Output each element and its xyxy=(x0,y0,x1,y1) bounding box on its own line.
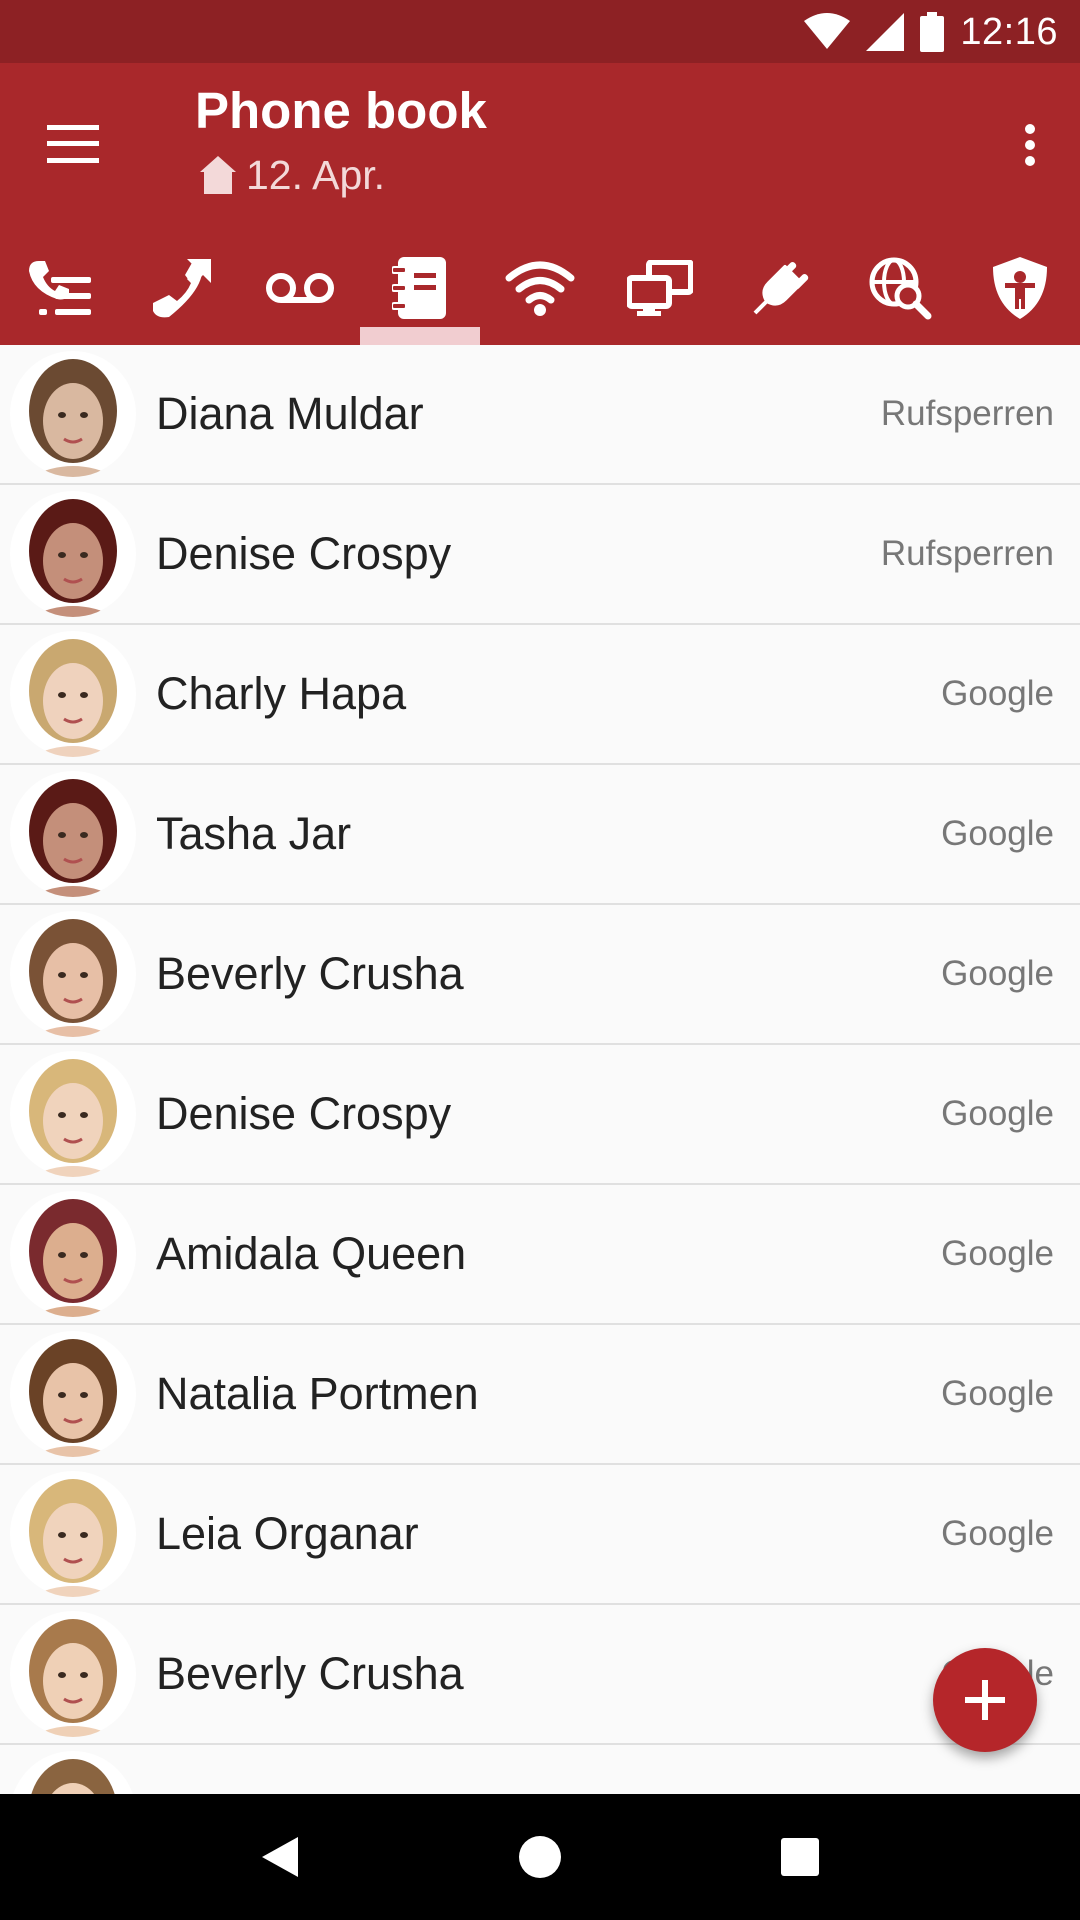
contact-row[interactable]: Amidala Queen Google xyxy=(0,1185,1080,1325)
plug-icon xyxy=(753,262,809,315)
contact-avatar[interactable] xyxy=(10,1191,136,1317)
contact-source: Google xyxy=(941,1094,1054,1133)
back-icon xyxy=(262,1837,298,1877)
plus-icon xyxy=(965,1680,1005,1720)
subtitle: 12. Apr. xyxy=(200,147,385,203)
contact-avatar[interactable] xyxy=(10,351,136,477)
wifi-icon xyxy=(505,261,575,316)
contact-source: Google xyxy=(941,954,1054,993)
battery-icon xyxy=(920,12,945,52)
home-circle-icon xyxy=(519,1836,561,1878)
child-protection-icon xyxy=(993,257,1047,319)
web-search-icon xyxy=(869,257,932,320)
page-title: Phone book xyxy=(195,82,487,139)
tab-bar xyxy=(0,231,1080,345)
contact-row[interactable]: Denise Crospy Google xyxy=(0,1045,1080,1185)
recents-square-icon xyxy=(781,1838,819,1876)
contact-avatar[interactable] xyxy=(10,911,136,1037)
selected-tab-indicator xyxy=(360,327,480,345)
tab-devices[interactable] xyxy=(600,231,720,345)
app-bar: Phone book 12. Apr. xyxy=(0,63,1080,345)
home-button[interactable] xyxy=(500,1817,580,1897)
contact-row[interactable]: Tasha Jar Google xyxy=(0,765,1080,905)
contact-avatar[interactable] xyxy=(10,1611,136,1737)
contact-source: Google xyxy=(941,814,1054,853)
contact-avatar[interactable] xyxy=(10,631,136,757)
contact-avatar[interactable] xyxy=(10,1331,136,1457)
call-forward-icon xyxy=(153,259,211,318)
hamburger-menu-icon xyxy=(47,125,99,163)
contact-source: Google xyxy=(941,1234,1054,1273)
contact-avatar[interactable] xyxy=(10,1051,136,1177)
home-icon xyxy=(200,156,236,194)
overflow-menu-button[interactable] xyxy=(1000,103,1060,187)
call-list-icon xyxy=(29,261,91,315)
devices-icon xyxy=(627,260,693,316)
contact-row[interactable] xyxy=(0,1745,1080,1795)
contact-row[interactable]: Beverly CrushaGoogle xyxy=(0,1605,1080,1745)
contact-row[interactable]: Diana Muldar Rufsperren xyxy=(0,345,1080,485)
contact-source: Rufsperren xyxy=(880,534,1054,573)
tab-child-protection[interactable] xyxy=(960,231,1080,345)
contact-list: Diana Muldar Rufsperren Denise Crospy Rufsp… xyxy=(0,345,1080,1795)
status-bar: 12:16 xyxy=(0,0,1080,63)
tab-call-list[interactable] xyxy=(0,231,120,345)
contact-avatar[interactable] xyxy=(10,491,136,617)
cell-signal-icon xyxy=(866,13,905,51)
wifi-signal-icon xyxy=(804,13,851,49)
status-time: 12:16 xyxy=(960,10,1058,53)
recents-button[interactable] xyxy=(760,1817,840,1897)
contact-source: Rufsperren xyxy=(880,394,1054,433)
tab-web-search[interactable] xyxy=(840,231,960,345)
status-icons: 12:16 xyxy=(804,10,1058,54)
menu-button[interactable] xyxy=(32,103,114,185)
contact-row[interactable]: Beverly CrushaGoogle xyxy=(0,905,1080,1045)
contact-avatar[interactable] xyxy=(10,771,136,897)
tab-smart-plug[interactable] xyxy=(720,231,840,345)
contact-source: Google xyxy=(941,1374,1054,1413)
phonebook-icon xyxy=(392,257,446,319)
tab-wifi[interactable] xyxy=(480,231,600,345)
contact-avatar[interactable] xyxy=(10,1471,136,1597)
more-vert-icon xyxy=(1025,124,1035,166)
contact-row[interactable]: Denise Crospy Rufsperren xyxy=(0,485,1080,625)
system-nav-bar xyxy=(0,1794,1080,1920)
tab-call-forward[interactable] xyxy=(120,231,240,345)
contact-row[interactable]: Leia Organar Google xyxy=(0,1465,1080,1605)
tab-phonebook[interactable] xyxy=(360,231,480,345)
contact-row[interactable]: Natalia Portmen Google xyxy=(0,1325,1080,1465)
contact-avatar[interactable] xyxy=(10,1751,136,1795)
contact-source: Google xyxy=(941,1514,1054,1553)
add-contact-button[interactable] xyxy=(933,1648,1037,1752)
voicemail-icon xyxy=(266,273,334,303)
contact-row[interactable]: Charly Hapa Google xyxy=(0,625,1080,765)
back-button[interactable] xyxy=(240,1817,320,1897)
tab-voicemail[interactable] xyxy=(240,231,360,345)
subtitle-date: 12. Apr. xyxy=(246,151,386,198)
contact-source: Google xyxy=(941,674,1054,713)
